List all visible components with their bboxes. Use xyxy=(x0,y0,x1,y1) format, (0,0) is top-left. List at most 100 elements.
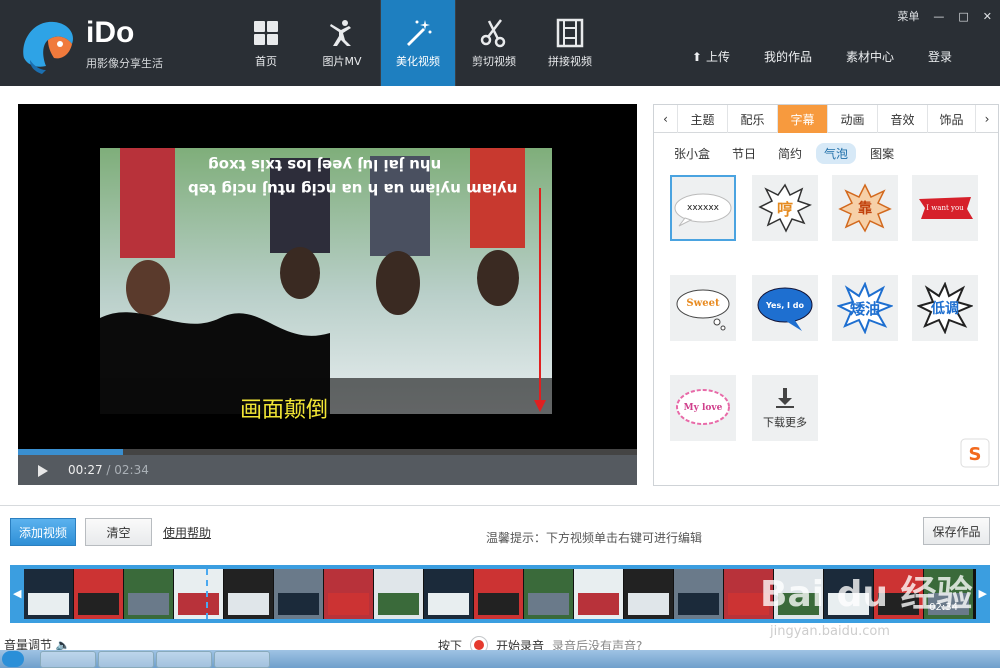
nav-beautify-video-label: 美化视频 xyxy=(396,55,440,68)
divider xyxy=(0,505,1000,506)
sticker-sweet[interactable]: Sweet xyxy=(670,275,736,341)
subtab-zhangxiaohe[interactable]: 张小盒 xyxy=(666,143,718,164)
tab-animation[interactable]: 动画 xyxy=(828,105,878,133)
nav-beautify-video[interactable]: 美化视频 xyxy=(380,0,456,86)
main-nav: 首页 图片MV 美化视频 剪切视频 拼接视频 xyxy=(228,0,608,86)
minimize-icon[interactable]: — xyxy=(933,10,944,23)
download-more-label: 下载更多 xyxy=(763,416,807,429)
tabs-next-icon[interactable]: › xyxy=(976,105,998,133)
timeline-thumbnail-detail xyxy=(78,593,119,615)
tab-theme[interactable]: 主题 xyxy=(678,105,728,133)
sticker-burst-text: 哼 xyxy=(776,200,793,219)
sticker-explosion[interactable]: 靠 xyxy=(832,175,898,241)
sticker-categories: 张小盒 节日 简约 气泡 图案 xyxy=(666,143,908,164)
nav-cut-video-label: 剪切视频 xyxy=(472,55,516,68)
help-link[interactable]: 使用帮助 xyxy=(163,524,211,541)
subtab-pattern[interactable]: 图案 xyxy=(862,143,902,164)
window-controls: 菜单 — □ ✕ xyxy=(897,8,992,24)
timeline-thumbnail-detail xyxy=(328,593,369,615)
player-controls: 00:27 / 02:34 xyxy=(18,455,637,485)
timeline-thumbnail-detail xyxy=(628,593,669,615)
mirrored-subtitle-1: nhu jai luj yeej los txis txog xyxy=(208,156,442,174)
save-button[interactable]: 保存作品 xyxy=(923,517,990,545)
sogou-ime-icon[interactable]: S xyxy=(960,438,990,468)
subtab-bubble[interactable]: 气泡 xyxy=(816,143,857,164)
svg-text:S: S xyxy=(969,444,982,465)
nav-join-video-label: 拼接视频 xyxy=(548,55,592,68)
tip-text: 温馨提示：下方视频单击右键可进行编辑 xyxy=(486,531,703,545)
sticker-blue-cloud-text: Yes, I do xyxy=(765,300,805,310)
timeline-thumbnail-detail xyxy=(28,593,69,615)
tabs-prev-icon[interactable]: ‹ xyxy=(654,105,678,133)
video-player[interactable]: nhu jai luj yeej los txis txog nyiam nyi… xyxy=(18,104,637,485)
tab-accessory[interactable]: 饰品 xyxy=(928,105,976,133)
clear-button[interactable]: 清空 xyxy=(85,518,152,546)
my-works-link[interactable]: 我的作品 xyxy=(764,48,812,65)
watermark-logo: Bai du 经验 xyxy=(760,574,973,615)
taskbar-app-2[interactable] xyxy=(98,651,154,668)
timeline-thumbnail-detail xyxy=(128,593,169,615)
start-orb-icon[interactable] xyxy=(2,651,24,667)
nav-home[interactable]: 首页 xyxy=(228,0,304,86)
brand-slogan: 用影像分享生活 xyxy=(86,57,163,70)
menu-button[interactable]: 菜单 xyxy=(897,8,919,24)
nav-join-video[interactable]: 拼接视频 xyxy=(532,0,608,86)
taskbar-app-3[interactable] xyxy=(156,651,212,668)
timeline-thumbnail-detail xyxy=(528,593,569,615)
tab-music[interactable]: 配乐 xyxy=(728,105,778,133)
sticker-spiky-dark-text: 低调 xyxy=(931,301,959,317)
timeline-thumbnail-detail xyxy=(578,593,619,615)
film-strip-icon xyxy=(553,16,587,50)
sticker-blue-cloud[interactable]: Yes, I do xyxy=(752,275,818,341)
upload-arrow-icon: ⬆ xyxy=(691,49,702,64)
material-center-link[interactable]: 素材中心 xyxy=(846,48,894,65)
maximize-icon[interactable]: □ xyxy=(958,10,968,23)
play-icon[interactable] xyxy=(38,465,48,477)
overlay-caption: 画面颠倒 xyxy=(240,398,329,423)
brand-name: iDo xyxy=(86,16,135,49)
sticker-sweet-text: Sweet xyxy=(686,297,720,309)
sticker-pink-cloud[interactable]: My love xyxy=(670,375,736,441)
timeline-thumbnail-detail xyxy=(228,593,269,615)
close-icon[interactable]: ✕ xyxy=(983,10,992,23)
sticker-red-ribbon-text: I want you xyxy=(926,204,964,212)
app-header: iDo 用影像分享生活 首页 图片MV 美化视频 剪切视频 拼接视频 菜单 — … xyxy=(0,0,1000,86)
taskbar-app-4[interactable] xyxy=(214,651,270,668)
playhead[interactable] xyxy=(206,569,208,619)
login-link[interactable]: 登录 xyxy=(928,48,952,65)
effects-panel: ‹ 主题 配乐 字幕 动画 音效 饰品 › 张小盒 节日 简约 气泡 图案 xx… xyxy=(653,104,999,486)
sticker-red-ribbon[interactable]: I want you xyxy=(912,175,978,241)
sticker-burst[interactable]: 哼 xyxy=(752,175,818,241)
top-links: ⬆ 上传 我的作品 素材中心 登录 xyxy=(692,48,952,65)
add-video-button[interactable]: 添加视频 xyxy=(10,518,76,546)
nav-cut-video[interactable]: 剪切视频 xyxy=(456,0,532,86)
sticker-cloud[interactable]: xxxxxx xyxy=(670,175,736,241)
nav-photo-mv[interactable]: 图片MV xyxy=(304,0,380,86)
mirrored-subtitle-2: nyiam nyiam ua h ua ncig ntuj ncig teb xyxy=(188,180,518,198)
timeline-prev-icon[interactable]: ◀ xyxy=(13,587,21,600)
windows-taskbar xyxy=(0,650,1000,668)
sticker-spiky-star-text: 矮油 xyxy=(849,299,880,318)
timeline-thumbnail-detail xyxy=(278,593,319,615)
upload-button[interactable]: ⬆ 上传 xyxy=(692,48,730,65)
timeline-thumbnail-detail xyxy=(478,593,519,615)
record-dot-icon xyxy=(474,640,485,650)
timeline-thumbnail-detail xyxy=(178,593,219,615)
sticker-spiky-dark[interactable]: 低调 xyxy=(912,275,978,341)
parrot-logo-icon xyxy=(23,21,74,74)
timeline-thumbnail-detail xyxy=(428,593,469,615)
taskbar-app-1[interactable] xyxy=(40,651,96,668)
download-more-button[interactable]: 下载更多 xyxy=(752,375,818,441)
nav-home-label: 首页 xyxy=(255,55,277,68)
timeline-next-icon[interactable]: ▶ xyxy=(979,587,987,600)
subtab-simple[interactable]: 简约 xyxy=(770,143,810,164)
sticker-cloud-text: xxxxxx xyxy=(687,203,719,213)
tab-subtitle[interactable]: 字幕 xyxy=(778,105,828,133)
tab-sound-effect[interactable]: 音效 xyxy=(878,105,928,133)
upload-label: 上传 xyxy=(705,50,730,64)
timeline-thumbnail-detail xyxy=(378,593,419,615)
total-time: / 02:34 xyxy=(106,463,149,477)
sticker-spiky-star[interactable]: 矮油 xyxy=(832,275,898,341)
subtab-festival[interactable]: 节日 xyxy=(724,143,764,164)
sticker-explosion-text: 靠 xyxy=(858,201,872,217)
